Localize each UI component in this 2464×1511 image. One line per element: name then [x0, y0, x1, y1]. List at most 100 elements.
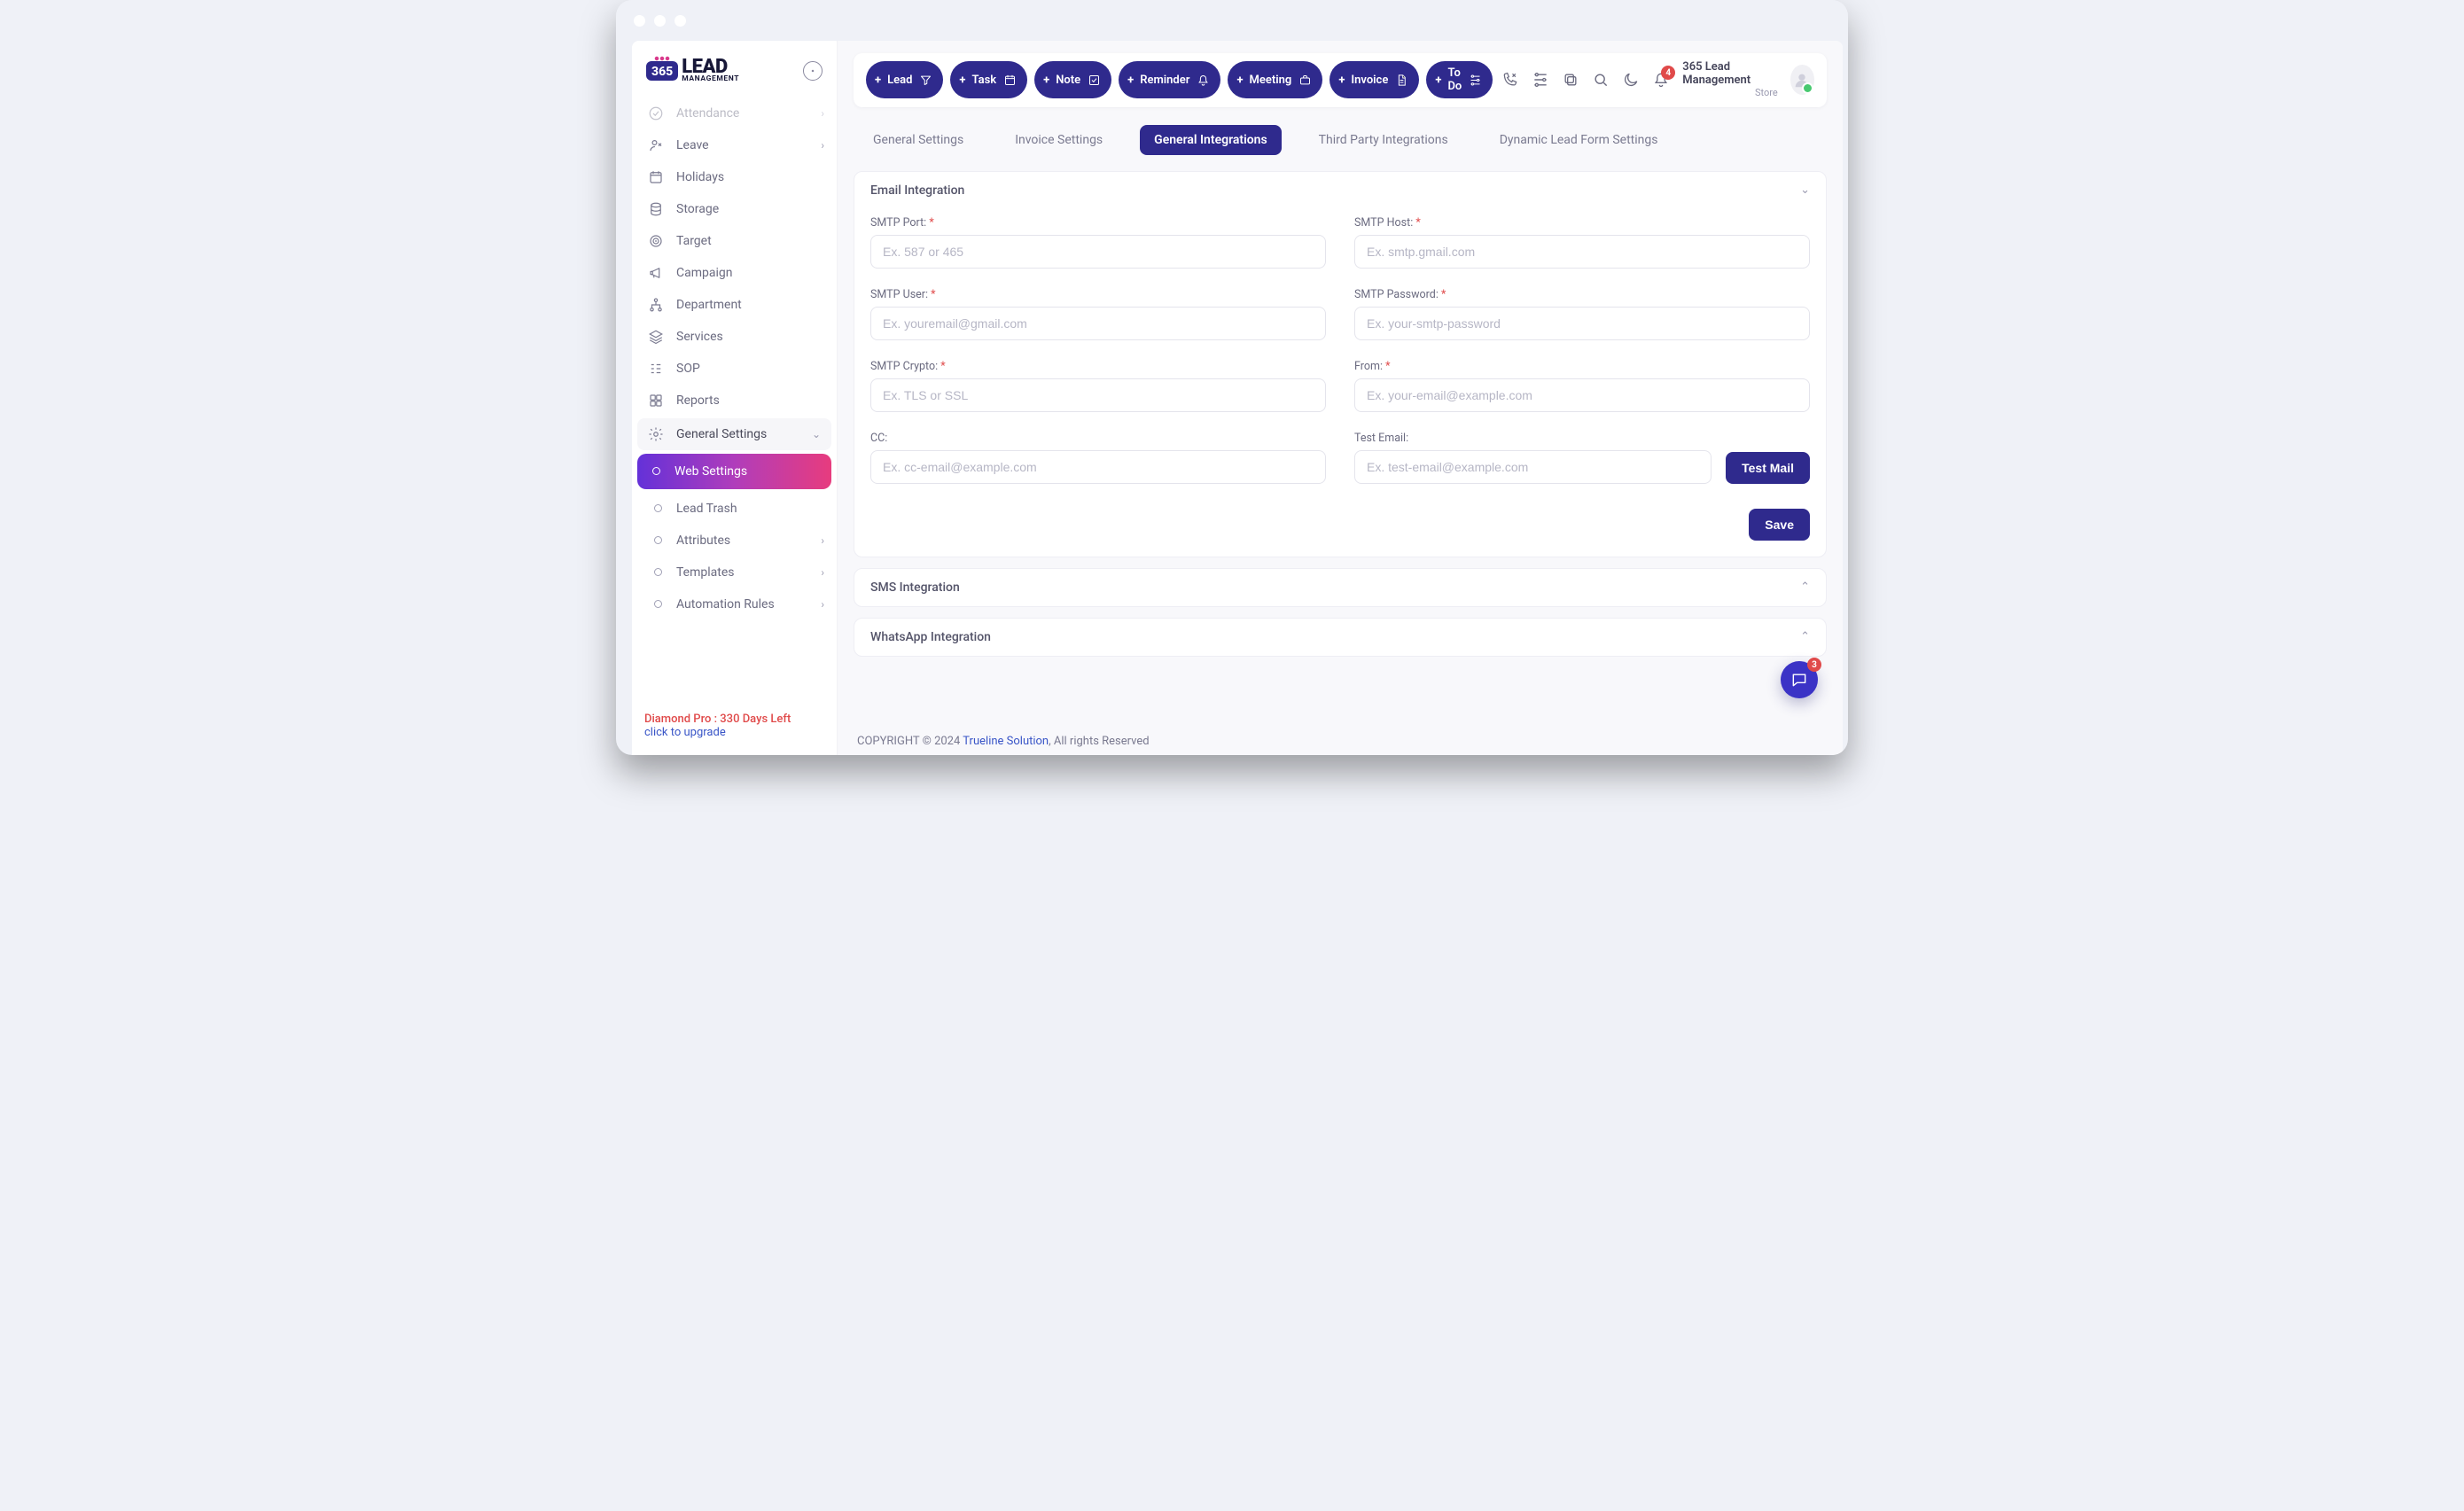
save-button[interactable]: Save [1749, 509, 1810, 541]
tasklist-icon[interactable] [1532, 71, 1549, 89]
tab-invoice-settings[interactable]: Invoice Settings [1001, 125, 1117, 155]
quick-add-lead[interactable]: +Lead [866, 61, 943, 98]
sidebar-item-department[interactable]: Department [632, 289, 837, 321]
quick-add-meeting[interactable]: +Meeting [1228, 61, 1322, 98]
window-titlebar [616, 0, 1848, 41]
smtp-password-label: SMTP Password: * [1354, 288, 1810, 301]
test-email-label: Test Email: [1354, 432, 1712, 445]
plus-icon: + [1127, 74, 1134, 87]
plus-icon: + [1043, 74, 1049, 87]
sidebar-item-reports[interactable]: Reports [632, 385, 837, 417]
email-panel-header[interactable]: Email Integration ⌄ [854, 172, 1826, 209]
sidebar-item-campaign[interactable]: Campaign [632, 257, 837, 289]
sidebar-subitem-web-settings[interactable]: Web Settings [637, 454, 831, 489]
pill-label: Invoice [1351, 74, 1388, 87]
tab-dynamic-lead-form-settings[interactable]: Dynamic Lead Form Settings [1485, 125, 1673, 155]
sidebar-item-label: Campaign [676, 266, 732, 280]
chevron-up-icon: ⌃ [1800, 580, 1810, 594]
file-icon [1394, 73, 1408, 87]
tab-label: Invoice Settings [1015, 133, 1103, 147]
sidebar-subitem-automation-rules[interactable]: Automation Rules [632, 588, 837, 620]
quick-add-invoice[interactable]: +Invoice [1329, 61, 1419, 98]
whatsapp-integration-panel: WhatsApp Integration ⌃ [854, 618, 1827, 657]
theme-toggle-icon[interactable] [1622, 71, 1640, 89]
filter-icon [918, 73, 932, 87]
sidebar-item-leave[interactable]: Leave [632, 129, 837, 161]
upgrade-link[interactable]: click to upgrade [644, 726, 824, 739]
test-mail-button[interactable]: Test Mail [1726, 452, 1810, 484]
chat-badge: 3 [1807, 658, 1821, 672]
tab-general-settings[interactable]: General Settings [859, 125, 978, 155]
bullet-icon [651, 596, 664, 612]
smtp-crypto-input[interactable] [870, 378, 1326, 412]
sidebar-item-holidays[interactable]: Holidays [632, 161, 837, 193]
quick-add-to-do[interactable]: +To Do [1426, 61, 1493, 98]
cc-input[interactable] [870, 450, 1326, 484]
notifications-icon[interactable]: 4 [1652, 71, 1670, 89]
sms-integration-panel: SMS Integration ⌃ [854, 568, 1827, 607]
sidebar-item-storage[interactable]: Storage [632, 193, 837, 225]
settings-tabs: General Settings Invoice Settings General … [854, 125, 1827, 155]
layers-icon [648, 329, 664, 345]
sidebar-subitem-templates[interactable]: Templates [632, 557, 837, 588]
sidebar-item-sop[interactable]: SOP [632, 353, 837, 385]
quick-add-note[interactable]: +Note [1034, 61, 1111, 98]
footer: COPYRIGHT © 2024 Trueline Solution, All … [838, 719, 1843, 755]
plus-icon: + [1236, 74, 1243, 87]
window-dot-close[interactable] [634, 15, 645, 27]
sidebar-item-target[interactable]: Target [632, 225, 837, 257]
briefcase-icon [1298, 73, 1312, 87]
org-block: 365 Lead Management Store [1682, 61, 1777, 99]
sms-panel-title: SMS Integration [870, 580, 960, 595]
smtp-host-label: SMTP Host: * [1354, 216, 1810, 230]
smtp-host-input[interactable] [1354, 235, 1810, 269]
sidebar-subitem-attributes[interactable]: Attributes [632, 525, 837, 557]
sidebar-item-label: Templates [676, 565, 735, 580]
chevron-icon [821, 598, 824, 611]
missed-call-icon[interactable] [1501, 71, 1519, 89]
smtp-port-input[interactable] [870, 235, 1326, 269]
whatsapp-panel-header[interactable]: WhatsApp Integration ⌃ [854, 619, 1826, 656]
app-logo: 365 LEAD MANAGEMENT [646, 58, 796, 83]
sidebar-subitem-lead-trash[interactable]: Lead Trash [632, 493, 837, 525]
smtp-password-input[interactable] [1354, 307, 1810, 340]
sidebar-item-label: Reports [676, 393, 720, 408]
from-input[interactable] [1354, 378, 1810, 412]
target-icon [648, 233, 664, 249]
sidebar-item-attendance[interactable]: Attendance [632, 97, 837, 129]
tab-general-integrations[interactable]: General Integrations [1140, 125, 1282, 155]
window-dot-max[interactable] [674, 15, 686, 27]
chat-fab[interactable]: 3 [1781, 661, 1818, 698]
megaphone-icon [648, 265, 664, 281]
footer-suffix: , All rights Reserved [1049, 735, 1150, 748]
quick-add-reminder[interactable]: +Reminder [1119, 61, 1220, 98]
smtp-user-input[interactable] [870, 307, 1326, 340]
sidebar-item-general-settings[interactable]: General Settings [637, 418, 831, 450]
user-avatar[interactable] [1790, 65, 1814, 95]
sidebar-item-services[interactable]: Services [632, 321, 837, 353]
tab-third-party-integrations[interactable]: Third Party Integrations [1305, 125, 1462, 155]
tab-label: General Integrations [1154, 133, 1267, 147]
sms-panel-header[interactable]: SMS Integration ⌃ [854, 569, 1826, 606]
sidebar-item-label: Lead Trash [676, 502, 737, 516]
sidebar-item-label: SOP [676, 362, 700, 376]
topbar: +Lead+Task+Note+Reminder+Meeting+Invoice… [854, 53, 1827, 107]
footer-link[interactable]: Trueline Solution [963, 735, 1049, 748]
bullet-icon [650, 463, 662, 479]
quick-add-task[interactable]: + Task [950, 61, 1027, 98]
sidebar-collapse-icon[interactable] [803, 61, 823, 81]
user-x-icon [648, 137, 664, 153]
pill-label: To Do [1447, 66, 1462, 93]
copy-icon[interactable] [1562, 71, 1579, 89]
smtp-port-label: SMTP Port: * [870, 216, 1326, 230]
plus-icon: + [959, 74, 965, 87]
test-email-input[interactable] [1354, 450, 1712, 484]
database-icon [648, 201, 664, 217]
sidebar: 365 LEAD MANAGEMENT AttendanceLeaveHolid… [632, 41, 838, 755]
chevron-icon [821, 566, 824, 579]
plan-upgrade: Diamond Pro : 330 Days Left click to upg… [632, 704, 837, 755]
pill-label: Task [972, 74, 997, 87]
search-icon[interactable] [1592, 71, 1610, 89]
window-dot-min[interactable] [654, 15, 666, 27]
tab-label: Dynamic Lead Form Settings [1500, 133, 1658, 147]
